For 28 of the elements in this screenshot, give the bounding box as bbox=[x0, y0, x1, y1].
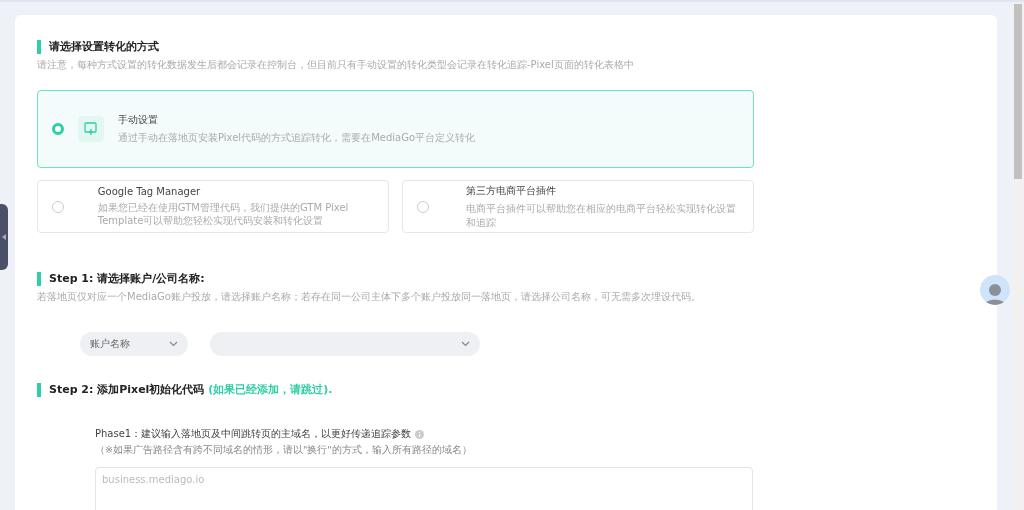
step-title: Step 1: 请选择账户/公司名称: bbox=[49, 271, 205, 286]
type-select[interactable]: 账户名称 bbox=[80, 332, 188, 356]
option-description: 电商平台插件可以帮助您在相应的电商平台轻松实现转化设置和追踪 bbox=[466, 202, 738, 229]
option-description: 如果您已经在使用GTM管理代码，我们提供的GTM Pixel Template可以帮助您轻松实现代码安装和转化设置 bbox=[97, 200, 350, 228]
avatar[interactable] bbox=[980, 275, 1010, 305]
account-select[interactable] bbox=[210, 332, 480, 356]
option-title: 第三方电商平台插件 bbox=[466, 184, 558, 198]
chevron-down-icon bbox=[169, 341, 178, 347]
chevron-down-icon bbox=[461, 341, 470, 347]
collapse-handle[interactable] bbox=[0, 204, 8, 270]
option-description: 通过手动在落地页安装Pixel代码的方式追踪转化，需要在MediaGo平台定义转化 bbox=[118, 131, 476, 145]
phase-label: Phase1：建议输入落地页及中间跳转页的主域名，以更好传递追踪参数 bbox=[95, 427, 412, 441]
method-option[interactable]: Google Tag Manager 如果您已经在使用GTM管理代码，我们提供的GTM Pixel Template可以帮助您轻松实现代码安装和转化设置 bbox=[37, 180, 389, 233]
section-title: 请选择设置转化的方式 bbox=[49, 39, 159, 54]
section-note: 请注意，每种方式设置的转化数据发生后都会记录在控制台，但目前只有手动设置的转化类型会记录在转化追踪-Pixel页面的转化表格中 bbox=[37, 58, 635, 72]
info-icon[interactable] bbox=[415, 429, 425, 439]
radio-button[interactable] bbox=[52, 123, 64, 135]
phase-note: （※如果广告路径含有跨不同域名的情形，请以"换行"的方式，输入所有路径的域名） bbox=[95, 444, 473, 457]
domain-field[interactable]: business.mediago.io bbox=[95, 467, 753, 510]
method-option[interactable]: 第三方电商平台插件 电商平台插件可以帮助您在相应的电商平台轻松实现转化设置和追踪 bbox=[402, 180, 754, 233]
option-title: Google Tag Manager bbox=[97, 185, 202, 197]
touch-screen-icon bbox=[78, 116, 104, 142]
step-title: Step 2: 添加Pixel初始化代码 (如果已经添加，请跳过). bbox=[49, 382, 333, 397]
scrollbar[interactable] bbox=[1012, 2, 1024, 510]
option-title: 手动设置 bbox=[118, 113, 159, 128]
method-option[interactable]: 手动设置 通过手动在落地页安装Pixel代码的方式追踪转化，需要在MediaGo平台定义转化 bbox=[37, 90, 754, 168]
radio-button[interactable] bbox=[417, 200, 429, 213]
radio-button[interactable] bbox=[52, 200, 64, 213]
